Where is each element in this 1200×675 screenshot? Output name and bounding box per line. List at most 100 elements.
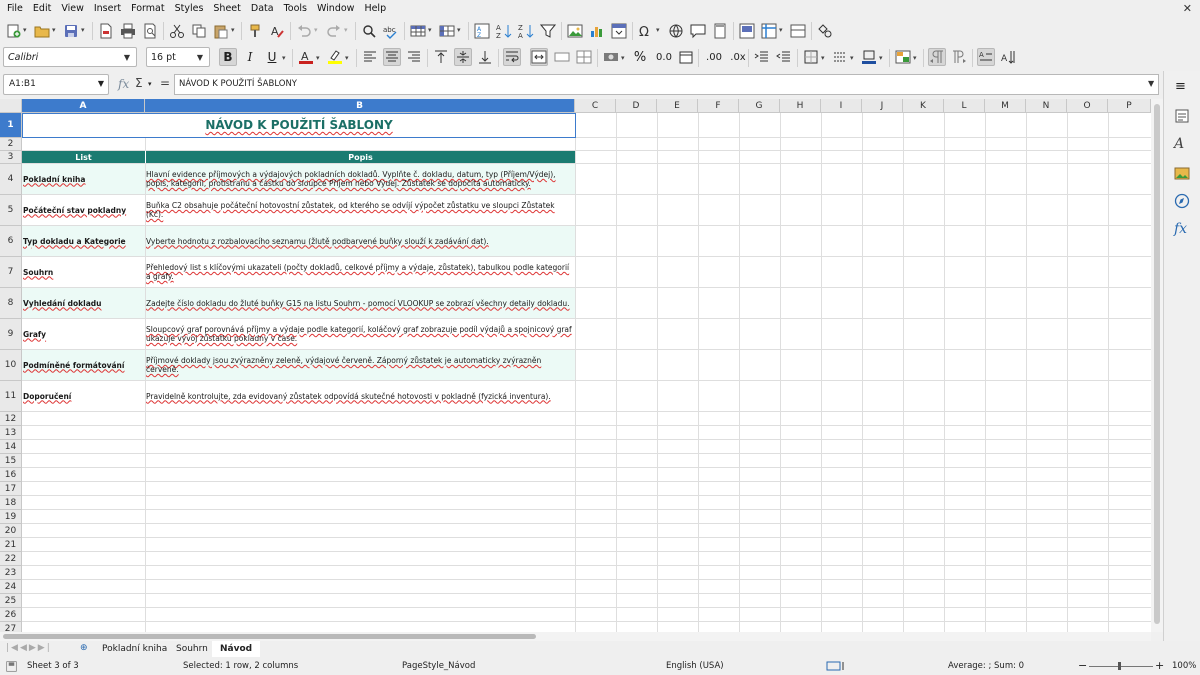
italic-icon[interactable]: I — [241, 48, 259, 66]
export-pdf-icon[interactable] — [97, 22, 115, 40]
select-all-corner[interactable] — [0, 99, 22, 113]
row-header[interactable]: 23 — [0, 566, 22, 580]
column-icon[interactable] — [438, 22, 456, 40]
language-status[interactable]: English (USA) — [666, 661, 724, 671]
center-vertically-icon[interactable] — [454, 48, 472, 66]
zoom-out-icon[interactable]: − — [1078, 659, 1087, 672]
horizontal-scrollbar[interactable] — [0, 632, 1151, 641]
decrease-indent-icon[interactable] — [775, 48, 793, 66]
menu-edit[interactable]: Edit — [28, 0, 56, 17]
menu-view[interactable]: View — [56, 0, 89, 17]
conditional-format-icon[interactable] — [894, 48, 912, 66]
sum-icon[interactable]: Σ — [135, 76, 143, 90]
spelling-icon[interactable]: abc — [382, 22, 400, 40]
sheet-title-cell[interactable]: NÁVOD K POUŽITÍ ŠABLONY — [22, 113, 576, 138]
list-cell[interactable]: Typ dokladu a Kategorie — [23, 226, 144, 256]
column-header[interactable]: K — [903, 99, 944, 113]
pivot-table-icon[interactable] — [610, 22, 628, 40]
date-format-icon[interactable] — [677, 48, 695, 66]
header-cell-popis[interactable]: Popis — [145, 151, 575, 163]
row-header[interactable]: 8 — [0, 288, 22, 319]
show-draw-functions-icon[interactable] — [816, 22, 834, 40]
insert-image-icon[interactable] — [566, 22, 584, 40]
font-color-icon[interactable]: A — [297, 48, 315, 66]
menu-help[interactable]: Help — [359, 0, 391, 17]
menu-sheet[interactable]: Sheet — [208, 0, 245, 17]
menu-format[interactable]: Format — [126, 0, 169, 17]
chevron-down-icon[interactable]: ▼ — [118, 48, 136, 66]
row-header[interactable]: 5 — [0, 195, 22, 226]
new-document-icon[interactable] — [4, 22, 22, 40]
cut-icon[interactable] — [168, 22, 186, 40]
row-header[interactable]: 7 — [0, 257, 22, 288]
text-horizontal-icon[interactable]: A — [977, 48, 995, 66]
menu-tools[interactable]: Tools — [279, 0, 312, 17]
menu-styles[interactable]: Styles — [170, 0, 209, 17]
borders-icon[interactable] — [802, 48, 820, 66]
border-style-icon[interactable] — [831, 48, 849, 66]
row-header[interactable]: 12 — [0, 412, 22, 426]
column-header[interactable]: I — [821, 99, 862, 113]
row-header[interactable]: 25 — [0, 594, 22, 608]
align-top-icon[interactable] — [432, 48, 450, 66]
column-header[interactable]: D — [616, 99, 657, 113]
sort-icon[interactable]: AZ — [473, 22, 491, 40]
currency-format-icon[interactable] — [602, 48, 620, 66]
add-sheet-icon[interactable]: ⊕ — [80, 643, 88, 653]
list-cell[interactable]: Vyhledání dokladu — [23, 288, 144, 318]
popis-cell[interactable]: Přehledový list s klíčovými ukazateli (p… — [146, 257, 574, 287]
zoom-slider-handle[interactable] — [1118, 662, 1121, 670]
add-decimal-icon[interactable]: .00 — [703, 48, 725, 66]
column-header[interactable]: F — [698, 99, 739, 113]
row-header[interactable]: 21 — [0, 538, 22, 552]
popis-cell[interactable]: Sloupcový graf porovnává příjmy a výdaje… — [146, 319, 574, 349]
selection-mode-icon[interactable] — [826, 661, 846, 674]
vertical-scrollbar[interactable] — [1151, 99, 1163, 632]
row-header[interactable]: 10 — [0, 350, 22, 381]
chevron-down-icon[interactable]: ▼ — [191, 48, 209, 66]
align-left-icon[interactable] — [361, 48, 379, 66]
tab-navod[interactable]: Návod — [212, 641, 261, 657]
redo-icon[interactable] — [325, 22, 343, 40]
open-folder-icon[interactable] — [33, 22, 51, 40]
special-character-icon[interactable]: Ω — [637, 22, 655, 40]
chevron-down-icon[interactable]: ▼ — [98, 79, 104, 88]
row-icon[interactable] — [409, 22, 427, 40]
row-header[interactable]: 24 — [0, 580, 22, 594]
close-document-icon[interactable]: ✕ — [1183, 2, 1192, 15]
row-header[interactable]: 2 — [0, 138, 22, 151]
delete-decimal-icon[interactable]: .0x — [727, 48, 749, 66]
menu-window[interactable]: Window — [312, 0, 359, 17]
merge-cells-icon[interactable] — [553, 48, 571, 66]
column-header[interactable]: N — [1026, 99, 1067, 113]
sort-descending-icon[interactable]: ZA — [517, 22, 535, 40]
row-header[interactable]: 18 — [0, 496, 22, 510]
column-header[interactable]: P — [1108, 99, 1151, 113]
page-style[interactable]: PageStyle_Návod — [402, 661, 475, 671]
list-cell[interactable]: Souhrn — [23, 257, 144, 287]
increase-indent-icon[interactable] — [753, 48, 771, 66]
column-header[interactable]: L — [944, 99, 985, 113]
freeze-rows-columns-icon[interactable] — [760, 22, 778, 40]
tab-souhrn[interactable]: Souhrn — [168, 641, 216, 657]
define-print-area-icon[interactable] — [738, 22, 756, 40]
text-direction-right-icon[interactable] — [950, 48, 968, 66]
column-header[interactable]: G — [739, 99, 780, 113]
insert-chart-icon[interactable] — [588, 22, 606, 40]
column-header[interactable]: E — [657, 99, 698, 113]
column-header[interactable]: H — [780, 99, 821, 113]
functions-icon[interactable]: fx — [1174, 221, 1187, 237]
styles-icon[interactable]: A — [1174, 136, 1184, 152]
menu-file[interactable]: File — [2, 0, 28, 17]
row-header[interactable]: 27 — [0, 622, 22, 632]
save-icon[interactable] — [62, 22, 80, 40]
wrap-text-icon[interactable] — [503, 48, 521, 66]
row-header[interactable]: 9 — [0, 319, 22, 350]
merge-center-icon[interactable] — [530, 48, 548, 66]
text-direction-left-icon[interactable] — [928, 48, 946, 66]
list-cell[interactable]: Pokladní kniha — [23, 164, 144, 194]
zoom-slider[interactable] — [1089, 666, 1153, 667]
row-header[interactable]: 17 — [0, 482, 22, 496]
row-header[interactable]: 6 — [0, 226, 22, 257]
zoom-in-icon[interactable]: + — [1155, 659, 1164, 672]
